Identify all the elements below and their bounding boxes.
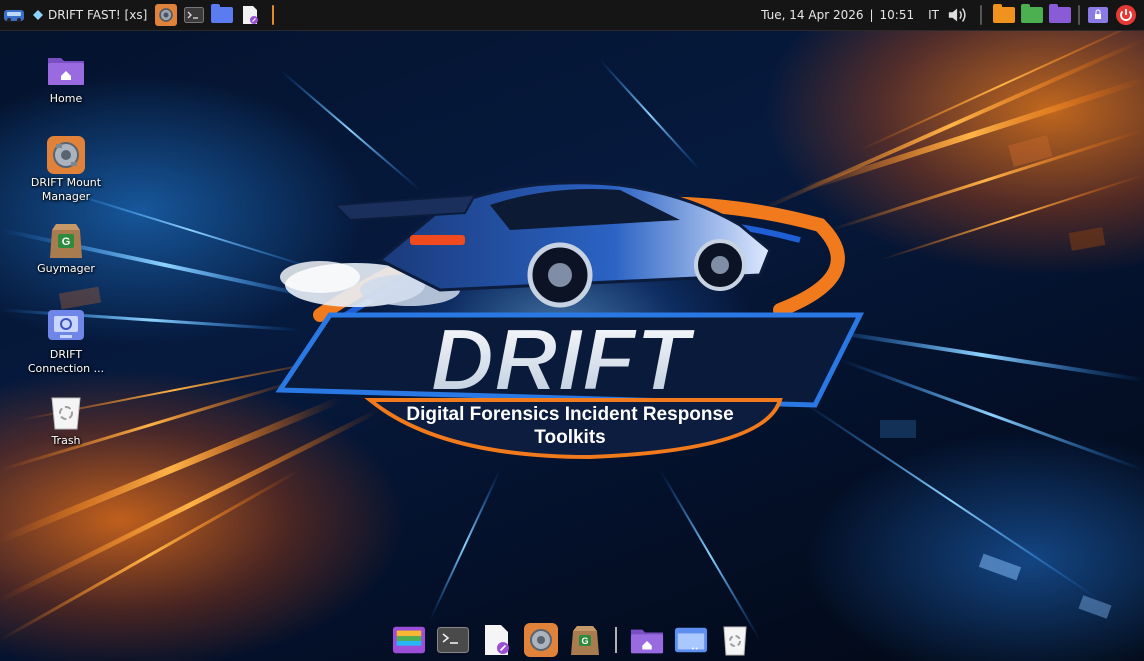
dock-home-folder-icon[interactable] — [630, 623, 664, 657]
desktop: DRIFT FAST! [xs] Tue, 14 Apr 2026 | 10:5… — [0, 0, 1144, 661]
dock-text-editor-icon[interactable] — [480, 623, 514, 657]
dock-terminal-icon[interactable] — [436, 623, 470, 657]
dock-guymager-icon[interactable]: G — [568, 623, 602, 657]
keyboard-layout-indicator[interactable]: IT — [928, 8, 939, 22]
panel-separator — [272, 5, 275, 25]
panel-clock[interactable]: 10:51 — [880, 8, 915, 22]
remote-connection-icon — [46, 308, 86, 344]
home-folder-icon — [46, 52, 86, 88]
dock-trash-icon[interactable] — [718, 623, 752, 657]
guymager-box-icon: G — [46, 222, 86, 258]
desktop-icon-guymager[interactable]: G Guymager — [21, 222, 111, 276]
drift-car-menu-icon[interactable] — [3, 4, 25, 26]
dock-file-manager-icon[interactable] — [392, 623, 426, 657]
volume-icon[interactable] — [947, 4, 969, 26]
desktop-icon-label: DRIFT Connection ... — [27, 348, 105, 375]
desktop-icon-label: Trash — [51, 434, 81, 447]
clock-separator: | — [869, 8, 874, 22]
logo-subtitle-line2: Toolkits — [534, 427, 605, 448]
drift-mount-manager-launcher-icon[interactable] — [155, 4, 178, 26]
orange-folder-icon[interactable] — [993, 4, 1015, 26]
active-window-title[interactable]: DRIFT FAST! [xs] — [48, 8, 147, 22]
svg-text:G: G — [62, 236, 71, 248]
dock-drift-mount-manager-icon[interactable] — [524, 622, 558, 657]
active-window-icon — [31, 4, 45, 26]
panel-separator-right-2 — [1078, 5, 1080, 25]
logo-title: DRIFT — [430, 310, 695, 409]
panel-separator-right — [980, 5, 982, 25]
desktop-icon-label: Home — [49, 92, 83, 105]
text-editor-launcher-icon[interactable] — [239, 4, 261, 26]
terminal-launcher-icon[interactable] — [183, 4, 205, 26]
desktop-icon-drift-mount-manager[interactable]: DRIFT Mount Manager — [21, 136, 111, 204]
panel-date[interactable]: Tue, 14 Apr 2026 — [761, 8, 863, 22]
desktop-icon-label: DRIFT Mount Manager — [30, 176, 102, 203]
dock-separator — [615, 626, 617, 653]
logo-subtitle-line1: Digital Forensics Incident Response — [406, 404, 733, 425]
trash-icon — [46, 394, 86, 430]
top-panel: DRIFT FAST! [xs] Tue, 14 Apr 2026 | 10:5… — [0, 0, 1144, 31]
lock-screen-icon[interactable] — [1087, 4, 1109, 26]
home-folder-panel-icon[interactable] — [1049, 4, 1071, 26]
desktop-icon-drift-connection[interactable]: DRIFT Connection ... — [21, 308, 111, 376]
file-manager-launcher-icon[interactable] — [211, 4, 234, 26]
green-folder-icon[interactable] — [1021, 4, 1043, 26]
drift-logo: DRIFT Digital Forensics Incident Respons… — [275, 181, 865, 460]
dock-window-icon[interactable] — [674, 623, 708, 657]
desktop-icon-label: Guymager — [37, 262, 95, 275]
power-icon[interactable] — [1115, 4, 1137, 26]
gear-engine-icon — [46, 136, 86, 174]
dock: G — [380, 618, 764, 661]
desktop-icon-trash[interactable]: Trash — [21, 394, 111, 448]
svg-text:G: G — [581, 636, 588, 646]
desktop-icon-home[interactable]: Home — [21, 52, 111, 106]
